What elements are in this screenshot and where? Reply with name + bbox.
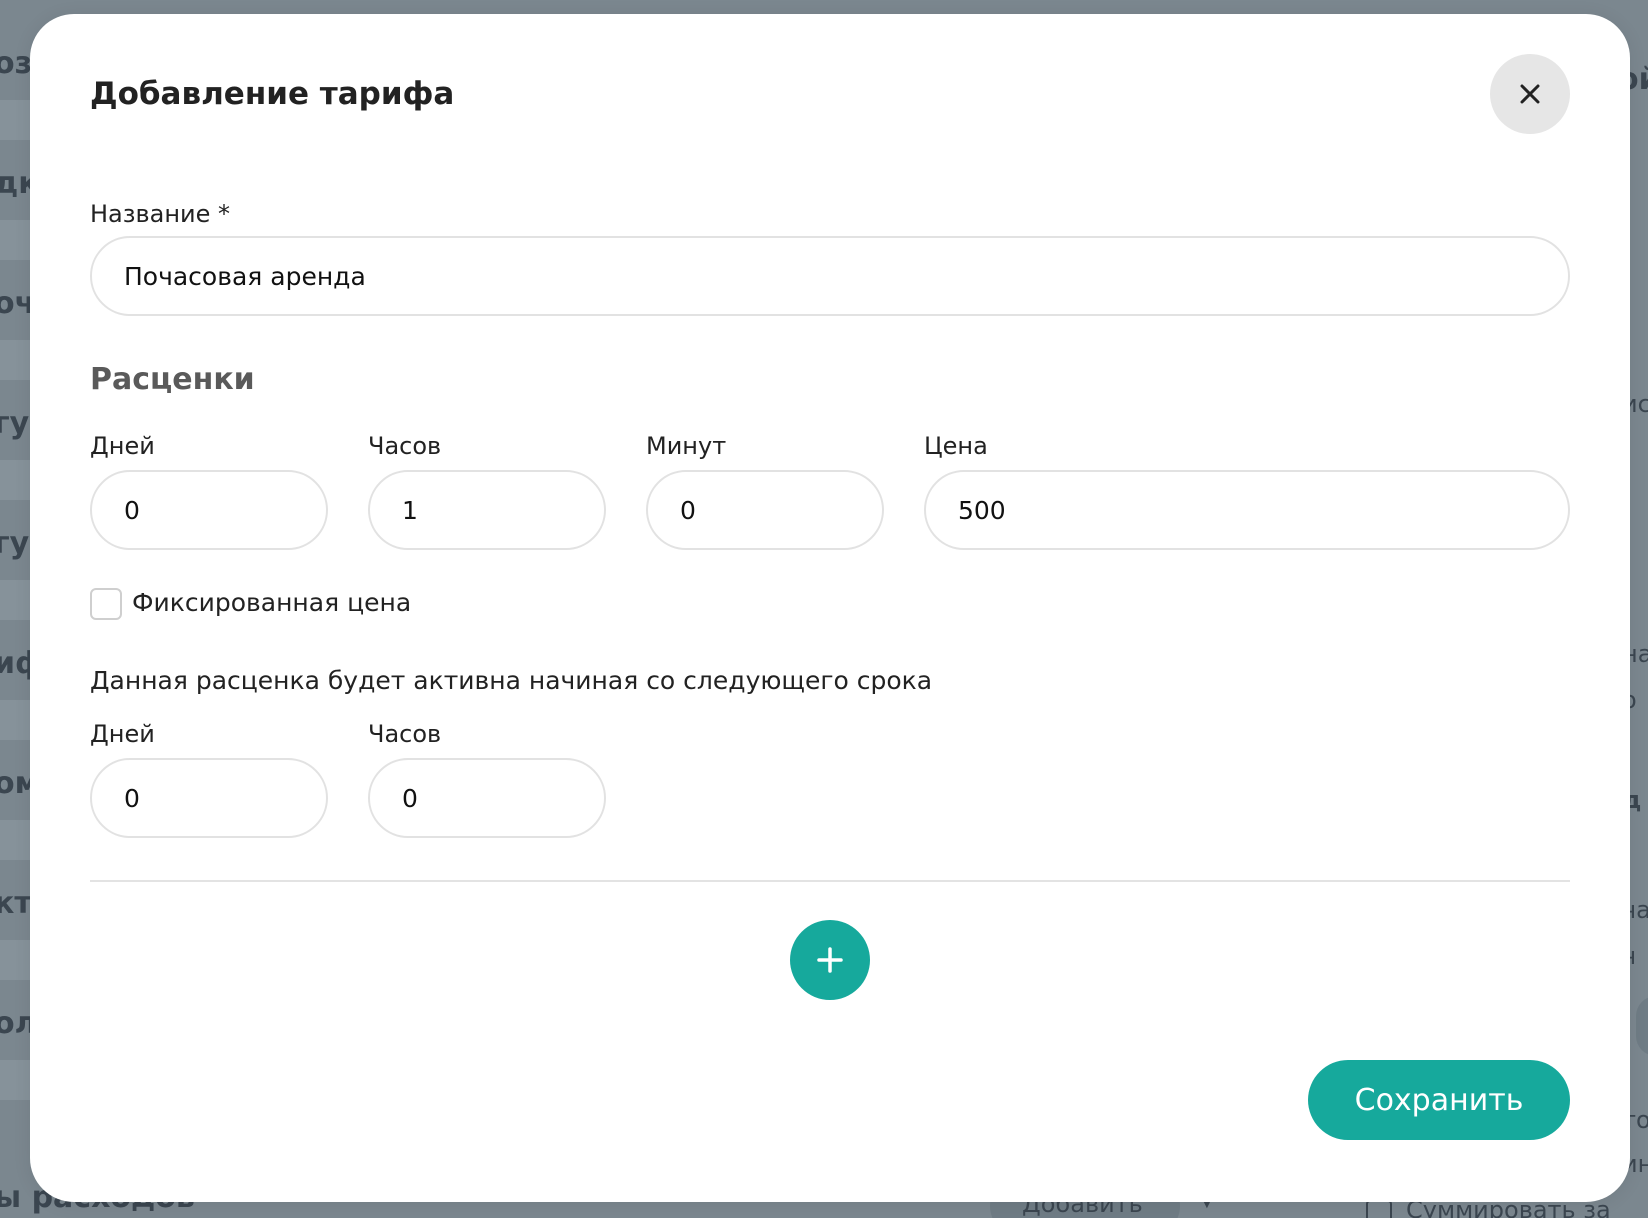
rate-minutes-input[interactable] bbox=[646, 470, 884, 550]
bg-text: гу bbox=[0, 406, 30, 441]
rate-price-input[interactable] bbox=[924, 470, 1570, 550]
rate-minutes-label: Минут bbox=[646, 432, 727, 460]
bg-checkbox bbox=[1366, 1200, 1392, 1218]
modal-title: Добавление тарифа bbox=[90, 76, 455, 112]
bg-text: кт bbox=[0, 886, 32, 921]
rate-hours-label: Часов bbox=[368, 432, 442, 460]
section-title-rates: Расценки bbox=[90, 362, 255, 397]
active-days-input[interactable] bbox=[90, 758, 328, 838]
add-rate-button[interactable] bbox=[790, 920, 870, 1000]
fixed-price-label: Фиксированная цена bbox=[132, 588, 412, 617]
active-hours-input[interactable] bbox=[368, 758, 606, 838]
bg-input bbox=[1636, 996, 1648, 1056]
rate-days-input[interactable] bbox=[90, 470, 328, 550]
name-input[interactable] bbox=[90, 236, 1570, 316]
bg-text: оз bbox=[0, 46, 33, 81]
close-icon bbox=[1520, 84, 1540, 104]
rate-days-label: Дней bbox=[90, 432, 155, 460]
fixed-price-checkbox[interactable] bbox=[90, 588, 122, 620]
bg-text: гу bbox=[0, 526, 30, 561]
name-label: Название * bbox=[90, 200, 231, 228]
add-tariff-modal: Добавление тарифа Название * Расценки Дн… bbox=[30, 14, 1630, 1202]
active-from-note: Данная расценка будет активна начиная со… bbox=[90, 666, 933, 695]
active-days-label: Дней bbox=[90, 720, 155, 748]
active-hours-label: Часов bbox=[368, 720, 442, 748]
rate-hours-input[interactable] bbox=[368, 470, 606, 550]
plus-icon bbox=[817, 947, 843, 973]
rate-price-label: Цена bbox=[924, 432, 988, 460]
save-button[interactable]: Сохранить bbox=[1308, 1060, 1570, 1140]
divider bbox=[90, 880, 1570, 882]
close-button[interactable] bbox=[1490, 54, 1570, 134]
